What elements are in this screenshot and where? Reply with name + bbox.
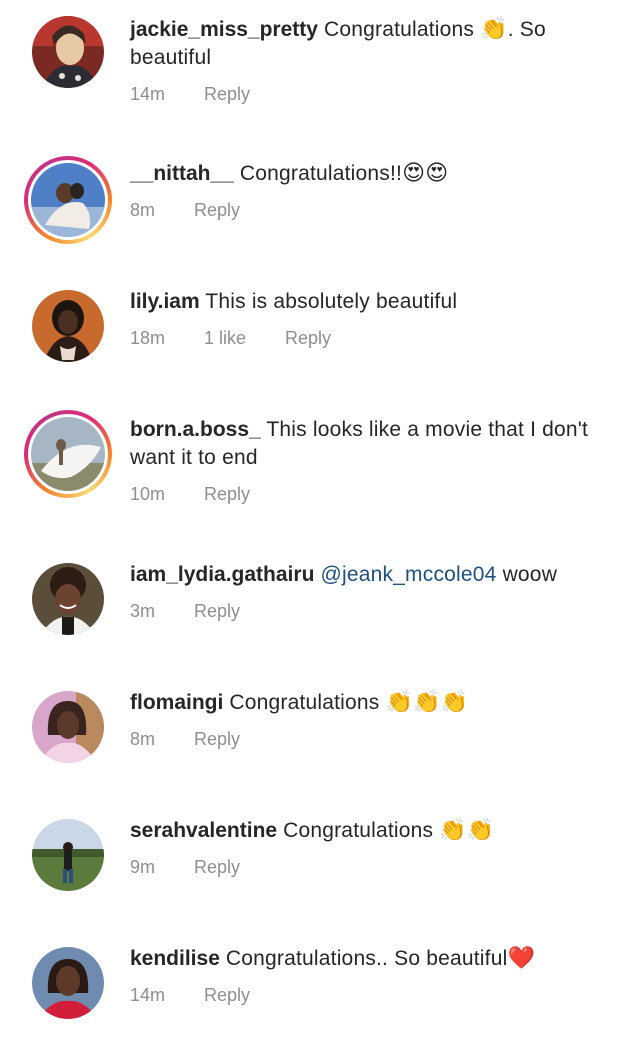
comment-text: flomaingi Congratulations 👏👏👏 <box>130 689 620 717</box>
comment-message: This is absolutely beautiful <box>199 290 458 313</box>
comment-time: 9m <box>130 857 156 877</box>
avatar[interactable] <box>24 8 112 96</box>
comment-item: __nittah__ Congratulations!!😍😍 8m Reply <box>0 156 635 260</box>
comment-meta: 14m Reply <box>130 84 250 105</box>
comment-username[interactable]: iam_lydia.gathairu <box>130 563 314 586</box>
reply-button[interactable]: Reply <box>204 985 250 1006</box>
comment-text: serahvalentine Congratulations 👏👏 <box>130 817 620 845</box>
comment-meta: 14m Reply <box>130 985 250 1006</box>
comment-text: kendilise Congratulations.. So beautiful… <box>130 945 620 973</box>
comment-meta: 8m Reply <box>130 729 240 750</box>
avatar-image <box>32 16 104 88</box>
avatar[interactable] <box>24 555 112 643</box>
comment-message: Congratulations <box>317 18 481 41</box>
clap-emoji: 👏 <box>480 17 508 42</box>
comment-message: Congratulations.. So beautiful <box>219 947 508 970</box>
avatar-image <box>32 691 104 763</box>
reply-button[interactable]: Reply <box>194 857 240 878</box>
comment-item: iam_lydia.gathairu @jeank_mccole04 woow … <box>0 561 635 661</box>
reply-button[interactable]: Reply <box>194 601 240 622</box>
comment-list: jackie_miss_pretty Congratulations 👏. So… <box>0 0 635 1042</box>
comment-message: Congratulations <box>223 691 386 714</box>
avatar[interactable] <box>24 811 112 899</box>
comment-meta: 8m Reply <box>130 200 240 221</box>
avatar[interactable] <box>24 939 112 1027</box>
comment-item: kendilise Congratulations.. So beautiful… <box>0 945 635 1042</box>
comment-item: born.a.boss_ This looks like a movie tha… <box>0 410 635 526</box>
comment-message: Congratulations!! <box>233 162 403 185</box>
reply-button[interactable]: Reply <box>204 484 250 505</box>
comment-username[interactable]: jackie_miss_pretty <box>130 18 318 41</box>
reply-button[interactable]: Reply <box>204 84 250 105</box>
comment-meta: 18m 1 like Reply <box>130 328 331 349</box>
comment-time: 18m <box>130 328 166 348</box>
reply-button[interactable]: Reply <box>194 729 240 750</box>
avatar[interactable] <box>24 683 112 771</box>
avatar-image <box>31 163 105 237</box>
comment-username[interactable]: serahvalentine <box>130 819 277 842</box>
comment-text: born.a.boss_ This looks like a movie tha… <box>130 416 620 472</box>
comment-item: flomaingi Congratulations 👏👏👏 8m Reply <box>0 689 635 789</box>
comment-meta: 9m Reply <box>130 857 240 878</box>
mention-link[interactable]: @jeank_mccole04 <box>320 563 496 586</box>
comment-text: iam_lydia.gathairu @jeank_mccole04 woow <box>130 561 620 589</box>
heart-eyes-emoji: 😍😍 <box>402 161 449 186</box>
clap-emoji: 👏👏👏 <box>385 690 469 715</box>
avatar[interactable] <box>24 282 112 370</box>
avatar[interactable] <box>24 156 112 244</box>
comment-username[interactable]: flomaingi <box>130 691 223 714</box>
avatar-image <box>32 819 104 891</box>
heart-emoji: ❤️ <box>507 946 536 971</box>
comment-time: 10m <box>130 484 166 504</box>
comment-username[interactable]: lily.iam <box>130 290 200 313</box>
comment-message-end: woow <box>496 563 558 586</box>
comment-username[interactable]: __nittah__ <box>130 162 234 185</box>
comment-time: 8m <box>130 200 156 220</box>
comment-username[interactable]: kendilise <box>130 947 220 970</box>
comment-likes[interactable]: 1 like <box>204 328 285 349</box>
avatar-image <box>32 947 104 1019</box>
comment-item: lily.iam This is absolutely beautiful 18… <box>0 288 635 388</box>
comment-text: jackie_miss_pretty Congratulations 👏. So… <box>130 16 620 72</box>
reply-button[interactable]: Reply <box>285 328 331 349</box>
comment-text: __nittah__ Congratulations!!😍😍 <box>130 160 620 188</box>
clap-emoji: 👏👏 <box>439 818 495 843</box>
comment-time: 14m <box>130 84 166 104</box>
comment-item: jackie_miss_pretty Congratulations 👏. So… <box>0 16 635 126</box>
comment-time: 14m <box>130 985 166 1005</box>
comment-meta: 3m Reply <box>130 601 240 622</box>
comment-username[interactable]: born.a.boss_ <box>130 418 261 441</box>
avatar-image <box>32 563 104 635</box>
avatar-image <box>31 417 105 491</box>
comment-item: serahvalentine Congratulations 👏👏 9m Rep… <box>0 817 635 917</box>
avatar[interactable] <box>24 410 112 498</box>
comment-text: lily.iam This is absolutely beautiful <box>130 288 620 316</box>
avatar-image <box>32 290 104 362</box>
comment-time: 3m <box>130 601 156 621</box>
comment-meta: 10m Reply <box>130 484 250 505</box>
comment-message: Congratulations <box>277 819 440 842</box>
reply-button[interactable]: Reply <box>194 200 240 221</box>
comment-time: 8m <box>130 729 156 749</box>
